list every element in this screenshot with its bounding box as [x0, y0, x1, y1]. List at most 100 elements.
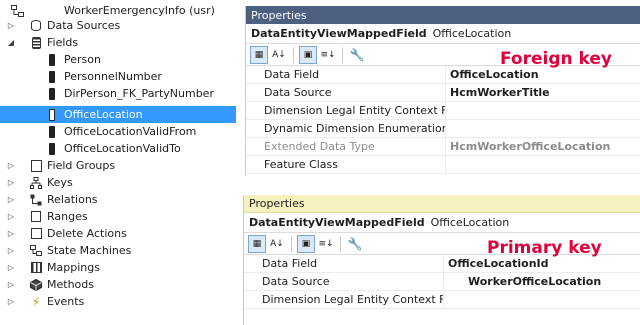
tree-item-keys[interactable]: ▷ Keys — [0, 174, 236, 191]
tree-item-label: Person — [64, 53, 101, 66]
property-name: Feature Class — [246, 156, 446, 173]
toolbar-divider — [291, 235, 292, 252]
expand-arrow-icon[interactable]: ▷ — [6, 161, 16, 171]
tree-item-field-groups[interactable]: ▷ Field Groups — [0, 157, 236, 174]
tree-item-label: Ranges — [47, 210, 88, 223]
tree-item-data-sources[interactable]: ▷ Data Sources — [0, 17, 236, 34]
tree-item-label: State Machines — [47, 244, 132, 257]
tree-item-label: Mappings — [47, 261, 100, 274]
tree-item-mappings[interactable]: ▷ Mappings — [0, 259, 236, 276]
alphabetical-button[interactable]: A↓ — [270, 46, 288, 64]
expand-arrow-icon[interactable]: ▷ — [6, 246, 16, 256]
relations-icon — [29, 193, 43, 207]
events-icon: ⚡ — [31, 294, 41, 309]
property-grid: Data Field OfficeLocationId Data Source … — [244, 255, 640, 309]
properties-object-header: DataEntityViewMappedField OfficeLocation — [244, 213, 640, 233]
alphabetical-button[interactable]: A↓ — [268, 235, 286, 253]
property-name: Data Field — [244, 255, 444, 272]
property-pages-button[interactable]: ▣ — [297, 234, 315, 253]
expand-arrow-icon[interactable]: ▷ — [6, 297, 16, 307]
properties-title: Properties — [246, 6, 640, 24]
tree-item-field-officelocationvalidfrom[interactable]: OfficeLocationValidFrom — [0, 123, 236, 140]
tree-item-label: DirPerson_FK_PartyNumber — [64, 87, 214, 100]
sort-button[interactable]: ≡↓ — [317, 235, 335, 253]
tree-item-label: Data Sources — [47, 19, 121, 32]
object-type: DataEntityViewMappedField — [249, 216, 425, 229]
field-icon — [45, 87, 59, 101]
toolbar-divider — [293, 46, 294, 63]
tree-item-relations[interactable]: ▷ Relations — [0, 191, 236, 208]
categorized-button[interactable]: ▦ — [248, 234, 266, 253]
wrench-icon[interactable]: 🔧 — [346, 235, 364, 253]
property-value[interactable]: OfficeLocationId — [444, 257, 549, 270]
tree-item-field-dirperson[interactable]: DirPerson_FK_PartyNumber — [0, 85, 236, 102]
property-row[interactable]: Data Source WorkerOfficeLocation — [244, 273, 640, 291]
delete-actions-icon — [29, 227, 43, 241]
collapse-arrow-icon[interactable]: ◢ — [6, 38, 16, 48]
property-value[interactable]: HcmWorkerOfficeLocation — [446, 140, 610, 153]
tree-item-fields[interactable]: ◢ Fields — [0, 34, 236, 51]
tree-item-label: OfficeLocationValidTo — [64, 142, 181, 155]
field-icon — [45, 142, 59, 156]
tree-item-state-machines[interactable]: ▷ State Machines — [0, 242, 236, 259]
tree-item-label: Relations — [47, 193, 98, 206]
property-row[interactable]: Extended Data Type HcmWorkerOfficeLocati… — [246, 138, 640, 156]
expand-arrow-icon[interactable]: ▷ — [6, 263, 16, 273]
foreign-key-callout: Foreign key — [500, 49, 612, 69]
property-name: Dimension Legal Entity Context Field — [244, 291, 444, 308]
tree-item-events[interactable]: ▷ ⚡ Events — [0, 293, 236, 310]
tree-item-label: OfficeLocationValidFrom — [64, 125, 197, 138]
tree-item-label: PersonnelNumber — [64, 70, 162, 83]
property-name: Data Source — [246, 84, 446, 101]
expand-arrow-icon[interactable]: ▷ — [6, 21, 16, 31]
tree-item-field-officelocation[interactable]: OfficeLocation — [0, 106, 236, 123]
expand-arrow-icon[interactable]: ▷ — [6, 229, 16, 239]
expand-arrow-icon[interactable]: ▷ — [6, 280, 16, 290]
property-name: Extended Data Type — [246, 138, 446, 155]
wrench-icon[interactable]: 🔧 — [348, 46, 366, 64]
properties-title: Properties — [244, 195, 640, 213]
property-grid: Data Field OfficeLocation Data Source Hc… — [246, 66, 640, 174]
tree-root-label: WorkerEmergencyInfo (usr) — [64, 4, 215, 17]
property-row[interactable]: Dynamic Dimension Enumeration Field — [246, 120, 640, 138]
root-entity-icon — [10, 4, 24, 18]
properties-panel-foreign: Properties DataEntityViewMappedField Off… — [245, 6, 640, 176]
property-value[interactable]: HcmWorkerTitle — [446, 86, 550, 99]
fields-icon — [29, 36, 43, 50]
property-name: Dimension Legal Entity Context Field — [246, 102, 446, 119]
tree-item-delete-actions[interactable]: ▷ Delete Actions — [0, 225, 236, 242]
field-icon — [45, 70, 59, 84]
property-pages-button[interactable]: ▣ — [299, 45, 317, 64]
properties-panel-primary: Properties DataEntityViewMappedField Off… — [243, 195, 640, 325]
expand-arrow-icon[interactable]: ▷ — [6, 195, 16, 205]
property-row[interactable]: Feature Class — [246, 156, 640, 174]
tree-item-label: Field Groups — [47, 159, 116, 172]
tree-item-ranges[interactable]: ▷ Ranges — [0, 208, 236, 225]
property-row[interactable]: Dimension Legal Entity Context Field — [246, 102, 640, 120]
tree-panel: WorkerEmergencyInfo (usr) ▷ Data Sources… — [0, 0, 236, 325]
expand-arrow-icon[interactable]: ▷ — [6, 212, 16, 222]
object-name: OfficeLocation — [432, 27, 512, 40]
properties-object-header: DataEntityViewMappedField OfficeLocation — [246, 24, 640, 44]
sort-button[interactable]: ≡↓ — [319, 46, 337, 64]
property-row[interactable]: Data Source HcmWorkerTitle — [246, 84, 640, 102]
property-row[interactable]: Dimension Legal Entity Context Field — [244, 291, 640, 309]
expand-arrow-icon[interactable]: ▷ — [6, 178, 16, 188]
tree-item-label: Keys — [47, 176, 73, 189]
property-value[interactable]: OfficeLocation — [446, 68, 539, 81]
tree-item-field-officelocationvalidto[interactable]: OfficeLocationValidTo — [0, 140, 236, 157]
tree-item-field-person[interactable]: Person — [0, 51, 236, 68]
field-icon — [45, 108, 59, 122]
property-value[interactable]: WorkerOfficeLocation — [444, 275, 601, 288]
state-machines-icon — [29, 244, 43, 258]
tree-item-methods[interactable]: ▷ Methods — [0, 276, 236, 293]
tree-item-label: OfficeLocation — [64, 108, 143, 121]
object-name: OfficeLocation — [430, 216, 510, 229]
toolbar-divider — [342, 46, 343, 63]
categorized-button[interactable]: ▦ — [250, 45, 268, 64]
tree-item-label: Methods — [47, 278, 94, 291]
database-icon — [29, 19, 43, 33]
tree-item-field-personnelnumber[interactable]: PersonnelNumber — [0, 68, 236, 85]
property-name: Data Source — [244, 273, 444, 290]
tree-item-label: Events — [47, 295, 85, 308]
